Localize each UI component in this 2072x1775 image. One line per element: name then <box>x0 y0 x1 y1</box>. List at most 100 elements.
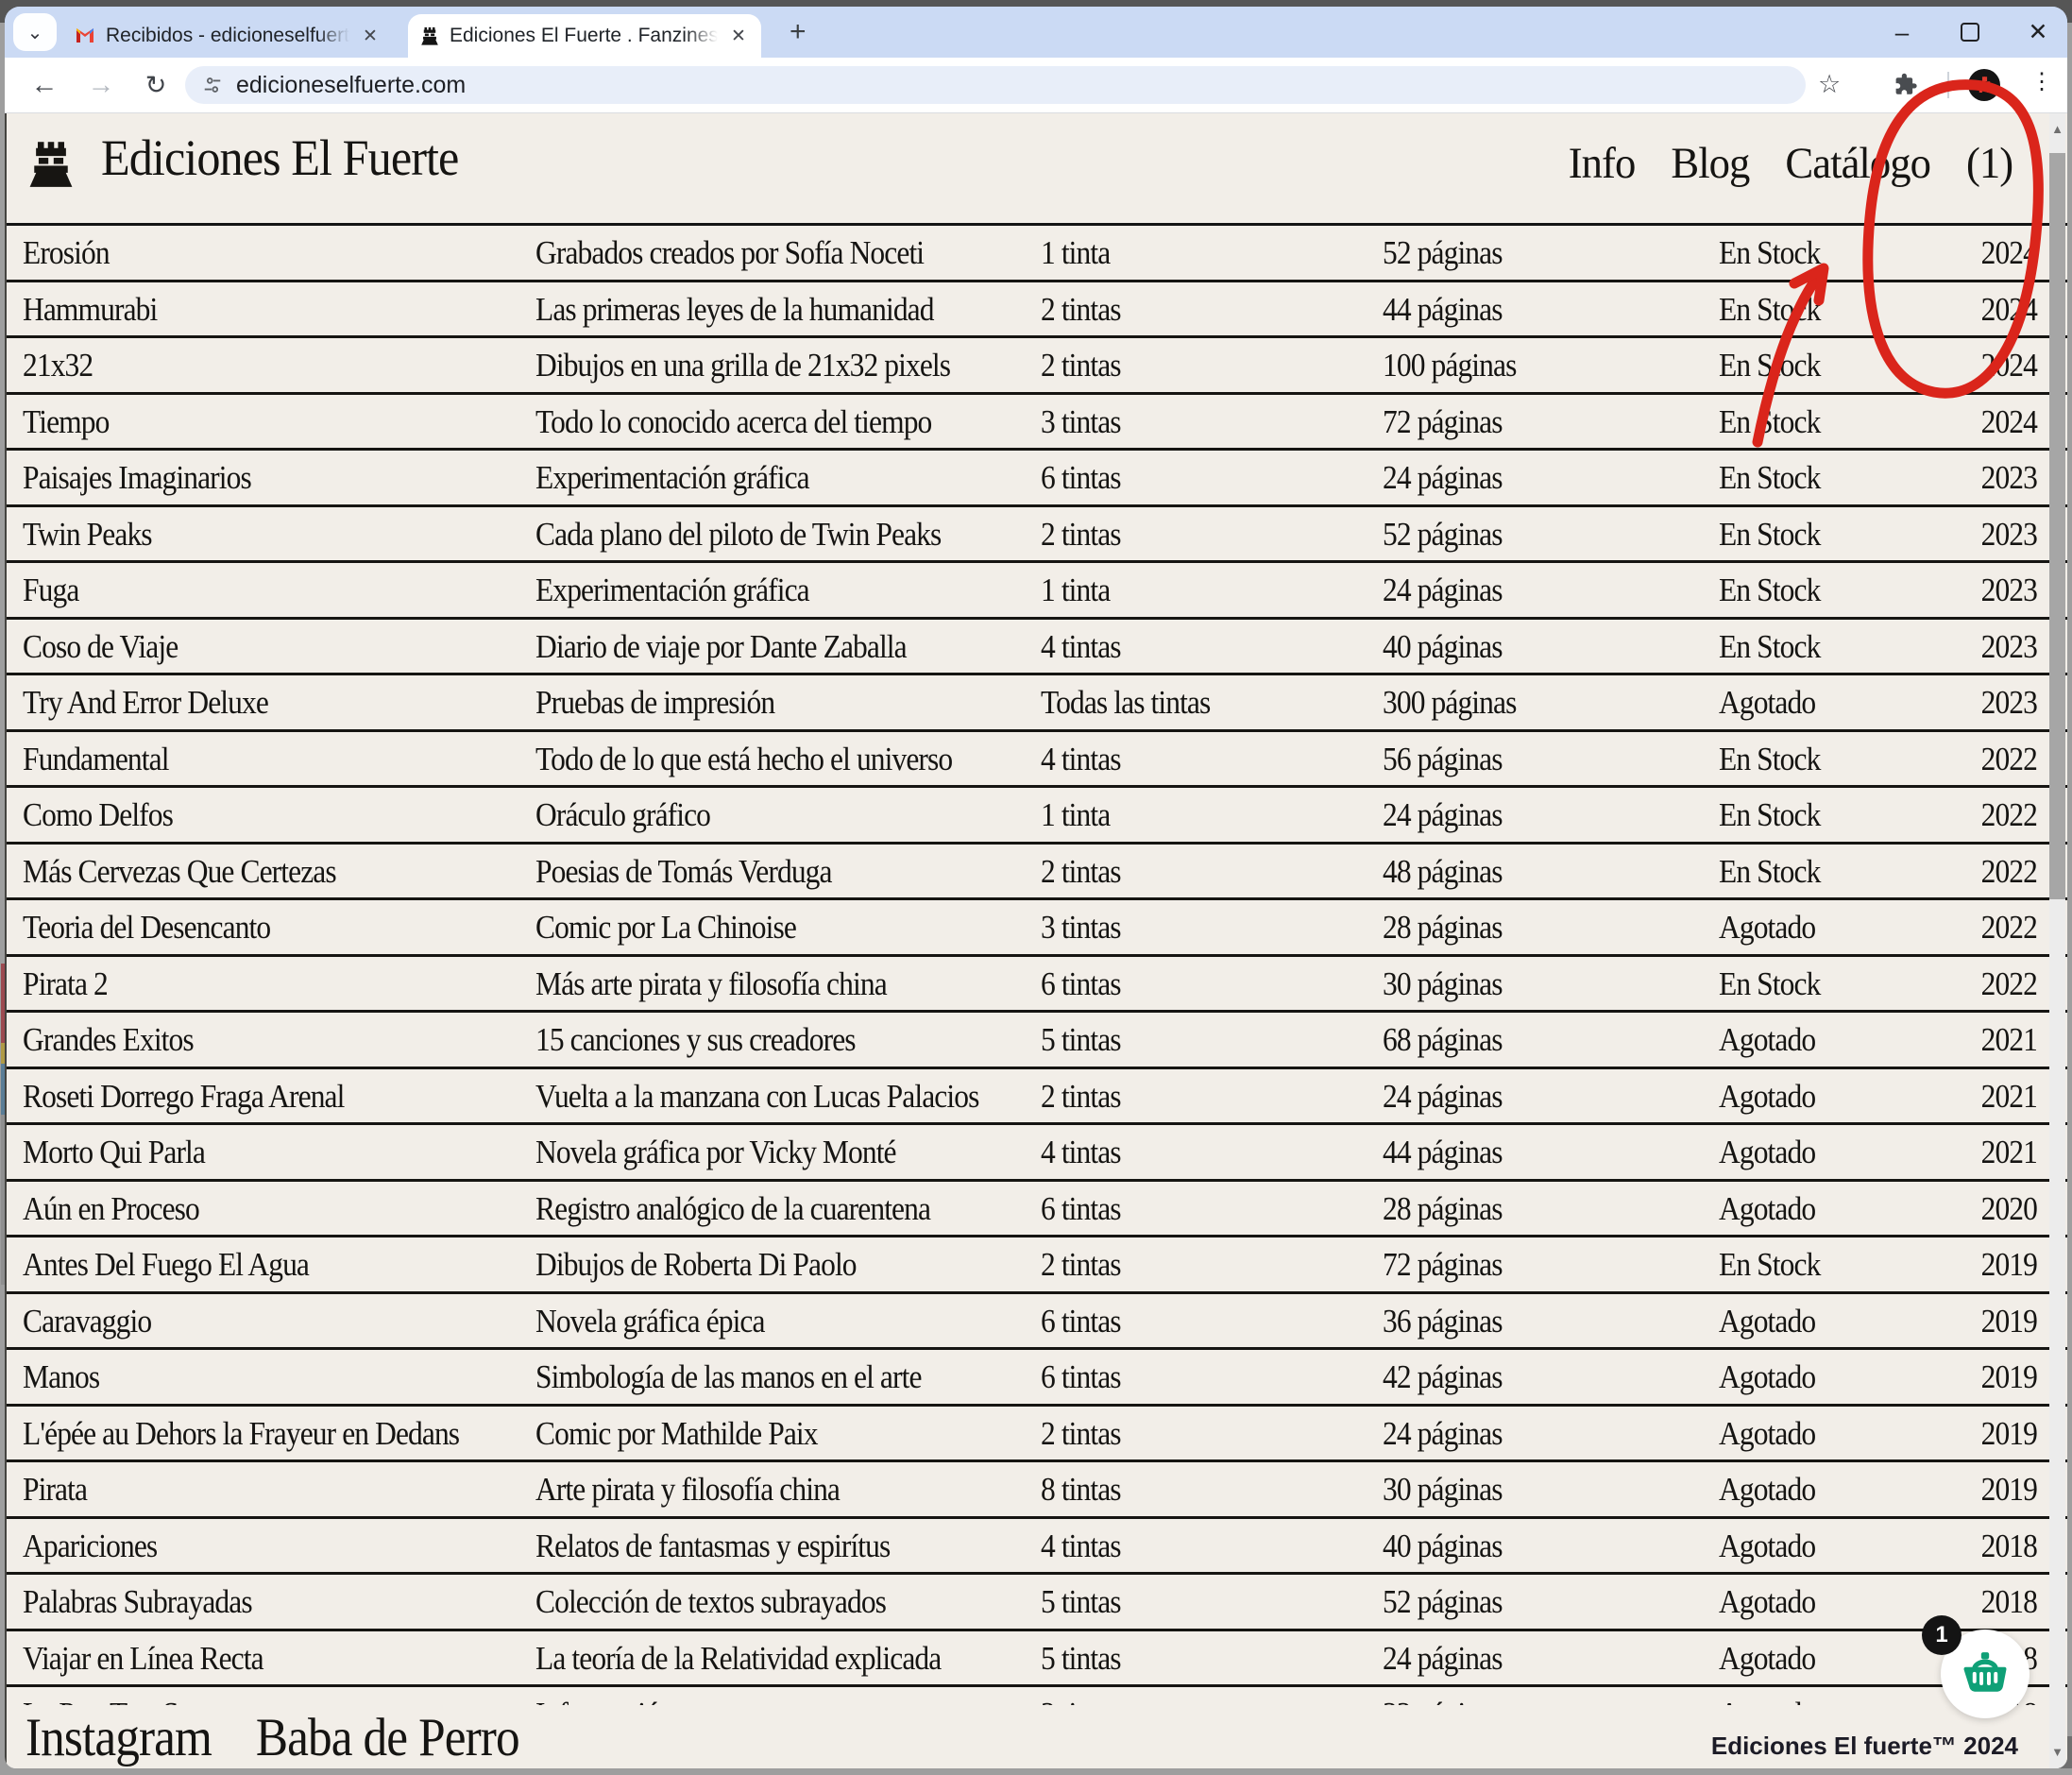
address-bar[interactable]: edicioneselfuerte.com <box>185 66 1806 104</box>
catalog-cell-title: Aún en Proceso <box>23 1190 199 1228</box>
catalog-row[interactable]: Viajar en Línea RectaLa teoría de la Rel… <box>7 1631 2067 1688</box>
catalog-row[interactable]: Teoria del DesencantoComic por La Chinoi… <box>7 900 2067 957</box>
nav-cart-count[interactable]: (1) <box>1966 138 2013 189</box>
maximize-button[interactable] <box>1958 20 1982 44</box>
fort-logo-icon[interactable] <box>25 140 77 190</box>
site-nav: Info Blog Catálogo (1) <box>1569 138 2013 189</box>
catalog-cell-title: 21x32 <box>23 347 93 384</box>
catalog-cell-year: 2024 <box>1981 347 2037 384</box>
catalog-row[interactable]: Morto Qui ParlaNovela gráfica por Vicky … <box>7 1125 2067 1182</box>
catalog-cell-status: En Stock <box>1719 796 1820 834</box>
catalog-cell-title: Como Delfos <box>23 796 173 834</box>
catalog-row[interactable]: Paisajes ImaginariosExperimentación gráf… <box>7 451 2067 507</box>
catalog-cell-description: Experimentación gráfica <box>535 459 809 497</box>
scrollbar-thumb[interactable] <box>2049 153 2065 899</box>
catalog-cell-inks: 5 tintas <box>1041 1021 1121 1059</box>
profile-avatar[interactable]: ▞▚▞▚ <box>1968 69 2000 101</box>
catalog-cell-title: Caravaggio <box>23 1303 151 1340</box>
copyright-text: Ediciones El fuerte™ 2024 <box>1711 1732 2018 1761</box>
catalog-row[interactable]: 21x32Dibujos en una grilla de 21x32 pixe… <box>7 338 2067 395</box>
catalog-cell-year: 2020 <box>1981 1190 2037 1228</box>
catalog-row[interactable]: CaravaggioNovela gráfica épica6 tintas36… <box>7 1294 2067 1351</box>
new-tab-button[interactable]: + <box>790 18 807 46</box>
url-text[interactable]: edicioneselfuerte.com <box>236 72 466 99</box>
catalog-row[interactable]: Roseti Dorrego Fraga ArenalVuelta a la m… <box>7 1069 2067 1126</box>
catalog-cell-title: Apariciones <box>23 1528 157 1565</box>
catalog-row[interactable]: ErosiónGrabados creados por Sofía Noceti… <box>7 226 2067 282</box>
catalog-row[interactable]: Grandes Exitos15 canciones y sus creador… <box>7 1013 2067 1069</box>
tab-gmail[interactable]: Recibidos - edicioneselfuerte@gm ✕ <box>62 14 393 58</box>
scroll-down-icon[interactable]: ▼ <box>2049 1736 2065 1768</box>
catalog-row[interactable]: ManosSimbología de las manos en el arte6… <box>7 1350 2067 1407</box>
catalog-row[interactable]: Como DelfosOráculo gráfico1 tinta24 pági… <box>7 788 2067 845</box>
catalog-cell-pages: 30 páginas <box>1383 1471 1503 1509</box>
catalog-row[interactable]: Coso de ViajeDiario de viaje por Dante Z… <box>7 620 2067 676</box>
catalog-cell-status: Agotado <box>1719 1415 1815 1453</box>
catalog-cell-title: Hammurabi <box>23 291 157 329</box>
catalog-cell-title: Fuga <box>23 572 78 609</box>
catalog-row[interactable]: Try And Error DeluxePruebas de impresión… <box>7 675 2067 732</box>
nav-info[interactable]: Info <box>1569 138 1636 189</box>
catalog-cell-year: 2022 <box>1981 909 2037 947</box>
catalog-row[interactable]: AparicionesRelatos de fantasmas y espirí… <box>7 1519 2067 1576</box>
close-tab-icon[interactable]: ✕ <box>359 26 382 47</box>
extensions-icon[interactable] <box>1893 72 1918 97</box>
scrollbar[interactable]: ▲ ▼ <box>2049 113 2065 1768</box>
back-button[interactable]: ← <box>27 68 61 102</box>
catalog-cell-status: Agotado <box>1719 1078 1815 1116</box>
catalog-cell-title: Erosión <box>23 234 110 272</box>
catalog-cell-inks: 2 tintas <box>1041 516 1121 554</box>
site-info-icon[interactable] <box>202 75 223 95</box>
tab-search-button[interactable]: ⌄ <box>13 13 57 51</box>
catalog-cell-title: Twin Peaks <box>23 516 152 554</box>
site-title[interactable]: Ediciones El Fuerte <box>101 128 458 187</box>
catalog-row[interactable]: Antes Del Fuego El AguaDibujos de Robert… <box>7 1237 2067 1294</box>
catalog-row[interactable]: Twin PeaksCada plano del piloto de Twin … <box>7 507 2067 564</box>
instagram-link[interactable]: Instagram <box>25 1707 212 1768</box>
catalog-cell-year: 2021 <box>1981 1134 2037 1171</box>
catalog-cell-year: 2022 <box>1981 853 2037 891</box>
catalog-cell-year: 2022 <box>1981 965 2037 1003</box>
tab-ediciones-el-fuerte[interactable]: Ediciones El Fuerte . Fanzines en Ri ✕ <box>408 14 761 58</box>
catalog-row[interactable]: FundamentalTodo de lo que está hecho el … <box>7 732 2067 789</box>
catalog-cell-description: Oráculo gráfico <box>535 796 710 834</box>
catalog-row[interactable]: Palabras SubrayadasColección de textos s… <box>7 1575 2067 1631</box>
browser-menu-icon[interactable]: ⋮ <box>2030 68 2053 95</box>
catalog-row[interactable]: PirataArte pirata y filosofía china8 tin… <box>7 1462 2067 1519</box>
catalog-row[interactable]: Aún en ProcesoRegistro analógico de la c… <box>7 1182 2067 1238</box>
catalog-row[interactable]: L'épée au Dehors la Frayeur en DedansCom… <box>7 1407 2067 1463</box>
scroll-up-icon[interactable]: ▲ <box>2049 113 2065 145</box>
catalog-cell-status: Agotado <box>1719 1134 1815 1171</box>
catalog-cell-pages: 52 páginas <box>1383 516 1503 554</box>
catalog-cell-description: Más arte pirata y filosofía china <box>535 965 887 1003</box>
catalog-row[interactable]: TiempoTodo lo conocido acerca del tiempo… <box>7 395 2067 452</box>
catalog-row[interactable]: HammurabiLas primeras leyes de la humani… <box>7 282 2067 339</box>
catalog-cell-pages: 300 páginas <box>1383 684 1516 722</box>
catalog-cell-inks: 2 tintas <box>1041 347 1121 384</box>
nav-blog[interactable]: Blog <box>1671 138 1749 189</box>
catalog-cell-pages: 24 páginas <box>1383 1640 1503 1678</box>
minimize-button[interactable]: – <box>1890 20 1914 44</box>
forward-button[interactable]: → <box>84 68 118 102</box>
catalog-cell-year: 2019 <box>1981 1415 2037 1453</box>
catalog-cell-pages: 24 páginas <box>1383 572 1503 609</box>
close-tab-icon[interactable]: ✕ <box>727 26 750 47</box>
catalog-cell-description: Experimentación gráfica <box>535 572 809 609</box>
catalog-cell-pages: 48 páginas <box>1383 853 1503 891</box>
catalog-cell-description: Todo de lo que está hecho el universo <box>535 741 952 778</box>
reload-button[interactable]: ↻ <box>139 68 173 102</box>
catalog-cell-description: Novela gráfica épica <box>535 1303 765 1340</box>
catalog-cell-status: En Stock <box>1719 459 1820 497</box>
catalog-cell-status: En Stock <box>1719 853 1820 891</box>
catalog-cell-year: 2019 <box>1981 1246 2037 1284</box>
bookmark-star-icon[interactable]: ☆ <box>1818 70 1841 99</box>
nav-catalogo[interactable]: Catálogo <box>1785 138 1930 189</box>
catalog-row[interactable]: FugaExperimentación gráfica1 tinta24 pág… <box>7 563 2067 620</box>
catalog-row[interactable]: Más Cervezas Que CertezasPoesias de Tomá… <box>7 845 2067 901</box>
catalog-cell-pages: 30 páginas <box>1383 965 1503 1003</box>
window-close-button[interactable]: ✕ <box>2026 20 2050 44</box>
catalog-row[interactable]: Pirata 2Más arte pirata y filosofía chin… <box>7 957 2067 1014</box>
catalog-cell-pages: 52 páginas <box>1383 234 1503 272</box>
catalog-cell-description: Arte pirata y filosofía china <box>535 1471 840 1509</box>
baba-de-perro-link[interactable]: Baba de Perro <box>256 1707 519 1768</box>
